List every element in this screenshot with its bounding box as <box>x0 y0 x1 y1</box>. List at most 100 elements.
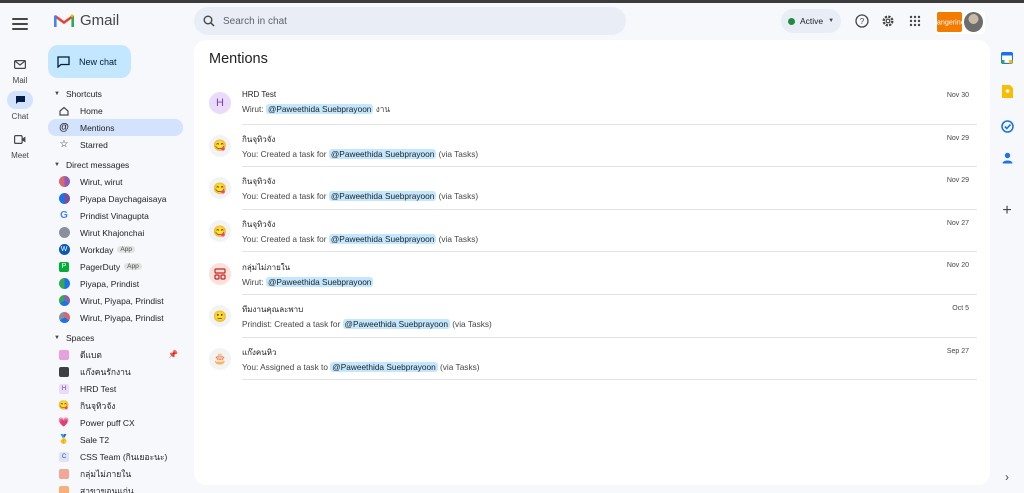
space-item[interactable]: C CSS Team (กินเยอะนะ) <box>48 448 188 465</box>
mention-chip[interactable]: @Paweethida Suebprayoon <box>330 361 438 372</box>
dm-item[interactable]: Wirut, Piyapa, Prindist <box>48 309 188 326</box>
caret-down-icon: ▼ <box>54 91 60 97</box>
dm-label: PagerDuty <box>80 261 121 272</box>
row-title: ทีมงานคุณละพาบ <box>242 305 304 315</box>
space-item[interactable]: 😋 กินจุทิวจัง <box>48 397 188 414</box>
dm-item[interactable]: P PagerDuty App <box>48 258 188 275</box>
space-item[interactable]: แก๊งคนรักงาน <box>48 363 188 380</box>
row-title: แก๊งคนหิว <box>242 347 277 357</box>
search-placeholder: Search in chat <box>223 15 287 27</box>
at-sign-icon: @ <box>59 122 69 133</box>
spaces-section-header[interactable]: ▼ Spaces <box>48 330 188 346</box>
group-avatar-icon <box>57 312 71 323</box>
row-date: Nov 29 <box>946 134 969 142</box>
space-icon <box>57 485 71 493</box>
dm-item[interactable]: Wirut, wirut <box>48 173 188 190</box>
sidebar-item-mentions[interactable]: @ Mentions <box>48 119 183 136</box>
app-badge: App <box>124 263 142 270</box>
emoji-avatar: 😋 <box>209 220 231 243</box>
sidebar-item-starred[interactable]: ☆ Starred <box>48 136 188 153</box>
contacts-icon[interactable] <box>1000 151 1014 165</box>
mention-chip[interactable]: @Paweethida Suebprayoon <box>328 234 437 245</box>
settings-gear-icon[interactable] <box>879 12 897 30</box>
row-title: กินจุทิวจัง <box>242 177 276 187</box>
mention-row[interactable]: 😋 กินจุทิวจัง You: Created a task for @P… <box>209 210 977 253</box>
main-panel: Mentions H HRD Test Wirut: @Paweethida S… <box>194 40 990 485</box>
help-icon[interactable]: ? <box>853 12 871 30</box>
space-initial-icon: H <box>57 383 71 394</box>
pagerduty-icon: P <box>57 261 71 272</box>
space-icon <box>57 349 71 360</box>
main-menu-icon[interactable] <box>10 15 30 33</box>
row-message: Prindist: Created a task for @Paweethida… <box>242 319 492 330</box>
account-avatar[interactable] <box>963 12 983 32</box>
row-message: You: Created a task for @Paweethida Sueb… <box>242 191 479 202</box>
rail-mail[interactable]: Mail <box>0 55 40 85</box>
pin-icon[interactable]: 📌 <box>168 350 178 359</box>
tasks-icon[interactable] <box>1000 119 1014 133</box>
row-date: Sep 27 <box>946 347 969 355</box>
apps-grid-icon[interactable] <box>906 12 924 30</box>
emoji-avatar: 🙂 <box>209 305 231 328</box>
tangerine-logo: tangerine <box>937 12 962 32</box>
heart-icon: 💗 <box>58 417 70 427</box>
status-selector[interactable]: Active ▼ <box>781 9 841 33</box>
calendar-icon[interactable] <box>1000 51 1014 65</box>
dm-label: Piyapa Daychagaisaya <box>80 193 167 204</box>
mail-icon <box>7 55 33 73</box>
keep-icon[interactable] <box>1000 84 1014 98</box>
shortcuts-section-header[interactable]: ▼ Shortcuts <box>48 86 188 102</box>
rail-meet[interactable]: Meet <box>0 130 40 160</box>
row-title: HRD Test <box>242 90 277 100</box>
search-bar[interactable]: Search in chat <box>194 7 626 35</box>
row-message: Wirut: @Paweethida Suebprayoon <box>242 276 374 287</box>
mention-chip[interactable]: @Paweethida Suebprayoon <box>342 319 450 330</box>
mention-chip[interactable]: @Paweethida Suebprayoon <box>265 276 374 287</box>
chevron-right-icon[interactable]: › <box>1000 470 1014 484</box>
mention-row[interactable]: 😋 กินจุทิวจัง You: Created a task for @P… <box>209 167 977 210</box>
google-g-icon: G <box>60 210 68 221</box>
app-rail: Mail Chat Meet <box>0 3 40 493</box>
space-label: Power puff CX <box>80 417 135 428</box>
window-top-border <box>0 0 1024 3</box>
space-item[interactable]: H HRD Test <box>48 380 188 397</box>
row-message: You: Created a task for @Paweethida Sueb… <box>242 234 479 245</box>
dm-section-header[interactable]: ▼ Direct messages <box>48 157 188 173</box>
sidebar: ▼ Shortcuts Home @ Mentions ☆ Starred ▼ Di… <box>48 86 188 493</box>
dm-item[interactable]: Wirut, Piyapa, Prindist <box>48 292 188 309</box>
mention-row[interactable]: H HRD Test Wirut: @Paweethida Suebprayoo… <box>209 82 977 125</box>
account-brand-chip[interactable]: tangerine <box>935 10 985 34</box>
dm-item[interactable]: G Prindist Vinagupta <box>48 207 188 224</box>
space-initial-icon: C <box>57 451 71 462</box>
sidebar-item-label: Mentions <box>80 122 115 133</box>
video-icon <box>7 130 33 148</box>
space-item[interactable]: กลุ่มไม่ภายใน <box>48 465 188 482</box>
space-item[interactable]: ดีแบต 📌 <box>48 346 188 363</box>
gmail-logo[interactable]: Gmail <box>54 12 119 29</box>
rail-chat[interactable]: Chat <box>0 91 40 121</box>
add-addon-icon[interactable]: + <box>1000 202 1014 219</box>
space-item[interactable]: 💗 Power puff CX <box>48 414 188 431</box>
dm-item[interactable]: W Workday App <box>48 241 188 258</box>
dm-item[interactable]: Piyapa, Prindist <box>48 275 188 292</box>
mention-chip[interactable]: @Paweethida Suebprayoon <box>328 148 437 159</box>
mention-row[interactable]: กลุ่มไม่ภายใน Wirut: @Paweethida Suebpra… <box>209 252 977 295</box>
space-label: ดีแบต <box>80 349 102 360</box>
space-item[interactable]: สาขาขอนแก่น <box>48 482 188 493</box>
emoji-avatar: 😋 <box>209 177 231 200</box>
new-chat-button[interactable]: New chat <box>48 45 131 78</box>
row-date: Nov 27 <box>946 219 969 227</box>
dm-item[interactable]: Wirut Khajonchai <box>48 224 188 241</box>
mention-row[interactable]: 🎂 แก๊งคนหิว You: Assigned a task to @Paw… <box>209 338 977 381</box>
mention-chip[interactable]: @Paweethida Suebprayoon <box>328 191 437 202</box>
dm-item[interactable]: Piyapa Daychagaisaya <box>48 190 188 207</box>
dm-label: Wirut Khajonchai <box>80 227 145 238</box>
gmail-m-icon <box>54 13 74 27</box>
sidebar-item-home[interactable]: Home <box>48 102 188 119</box>
space-grid-icon <box>209 262 231 285</box>
mention-row[interactable]: 🙂 ทีมงานคุณละพาบ Prindist: Created a tas… <box>209 295 977 338</box>
chevron-down-icon: ▼ <box>828 18 835 24</box>
space-item[interactable]: 🥇 Sale T2 <box>48 431 188 448</box>
mention-chip[interactable]: @Paweethida Suebprayoon <box>265 104 374 115</box>
mention-row[interactable]: 😋 กินจุทิวจัง You: Created a task for @P… <box>209 125 977 168</box>
